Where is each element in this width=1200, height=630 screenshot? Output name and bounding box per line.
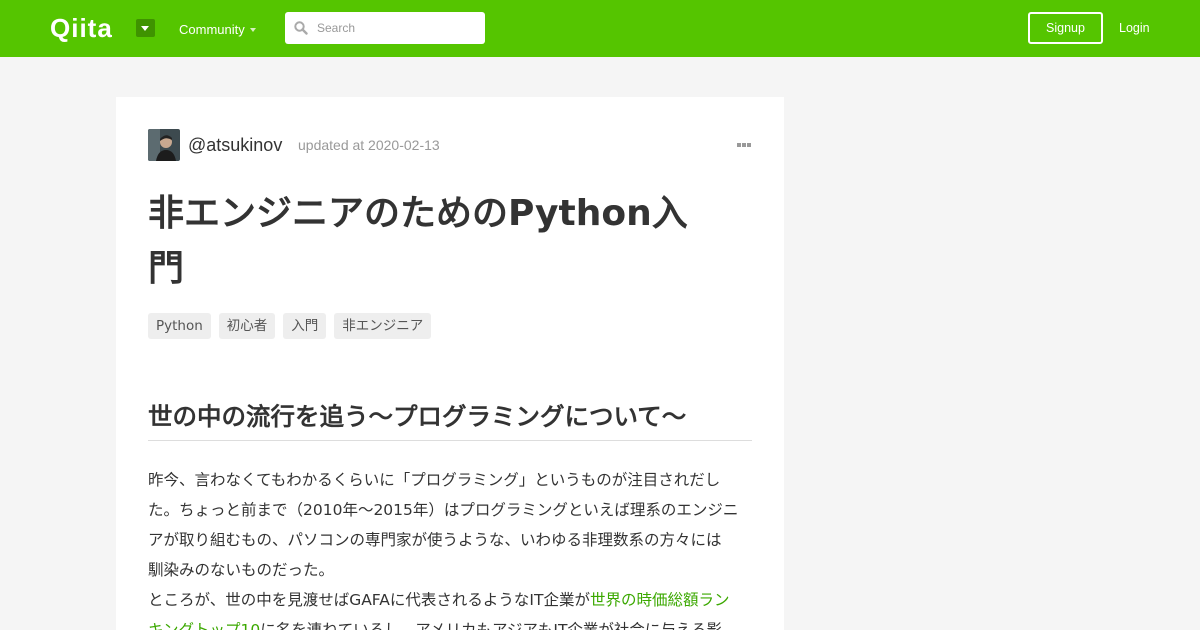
market-cap-ranking-link[interactable]: キングトップ10 xyxy=(148,621,260,630)
community-menu[interactable]: Community xyxy=(179,22,245,38)
paragraph-line: キングトップ10に名を連ねているし、アメリカもアジアもIT企業が社会に与える影 xyxy=(148,615,752,630)
market-cap-ranking-link[interactable]: 世界の時価総額ラン xyxy=(590,591,730,609)
search-box xyxy=(285,12,485,44)
tag-python[interactable]: Python xyxy=(148,313,211,339)
paragraph-line: アが取り組むもの、パソコンの専門家が使うような、いわゆる非理数系の方々には xyxy=(148,531,722,549)
avatar[interactable] xyxy=(148,129,180,161)
paragraph-line: ところが、世の中を見渡せばGAFAに代表されるようなIT企業が世界の時価総額ラン xyxy=(148,585,752,615)
article-body: 昨今、言わなくてもわかるくらいに「プログラミング」というものが注目されだし た。… xyxy=(148,465,752,630)
login-link[interactable]: Login xyxy=(1119,20,1150,36)
paragraph-line: た。ちょっと前まで（2010年〜2015年）はプログラミングといえば理系のエンジ… xyxy=(148,501,739,519)
paragraph-line: 馴染みのないものだった。 xyxy=(148,561,335,579)
chevron-down-icon xyxy=(250,28,256,32)
section-heading: 世の中の流行を追う〜プログラミングについて〜 xyxy=(148,398,752,441)
qiita-logo[interactable]: Qiita xyxy=(50,13,113,43)
paragraph-text: に名を連ねているし、アメリカもアジアもIT企業が社会に与える影 xyxy=(260,621,722,630)
tag-list: Python 初心者 入門 非エンジニア xyxy=(148,313,432,339)
logo-dropdown-icon[interactable] xyxy=(136,19,155,37)
top-navbar: Qiita Community Signup Login xyxy=(0,0,1200,57)
signup-button[interactable]: Signup xyxy=(1028,12,1103,44)
article-title-line: 非エンジニアのためのPython入 xyxy=(148,193,688,234)
search-input[interactable] xyxy=(317,12,477,44)
more-options-icon[interactable] xyxy=(734,139,754,151)
tag-beginner[interactable]: 初心者 xyxy=(218,313,276,339)
author-name[interactable]: @atsukinov xyxy=(188,134,282,156)
paragraph-line: 昨今、言わなくてもわかるくらいに「プログラミング」というものが注目されだし xyxy=(148,471,721,489)
article-title-line: 門 xyxy=(148,248,185,289)
updated-date: updated at 2020-02-13 xyxy=(298,137,440,153)
tag-non-engineer[interactable]: 非エンジニア xyxy=(334,313,432,339)
article-title: 非エンジニアのためのPython入 門 xyxy=(148,186,748,296)
tag-intro[interactable]: 入門 xyxy=(283,313,327,339)
paragraph-text: ところが、世の中を見渡せばGAFAに代表されるようなIT企業が xyxy=(148,591,590,609)
search-icon xyxy=(294,21,308,35)
